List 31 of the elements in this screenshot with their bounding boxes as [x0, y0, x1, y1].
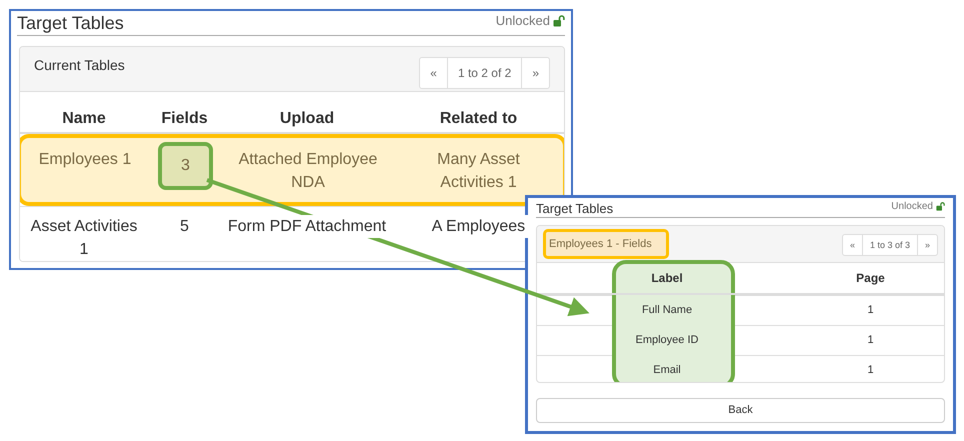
lock-status: Unlocked — [891, 201, 933, 212]
table-cell-text: Full Name — [640, 303, 694, 318]
unlock-icon — [553, 14, 565, 26]
column-header: Name — [61, 110, 107, 128]
table-cell-text: Employees 1 — [38, 150, 132, 170]
table-cell-text: 1 — [866, 333, 875, 348]
table-cell-text: Email — [652, 363, 682, 378]
window-title: Target Tables — [536, 201, 614, 217]
panel-title: Employees 1 - Fields — [543, 228, 669, 259]
table-cell: 3 — [158, 142, 213, 190]
table-cell-text: 1 — [866, 303, 875, 318]
back-button[interactable]: Back — [536, 398, 945, 423]
next-page-button[interactable]: » — [916, 234, 937, 255]
column-header: Related to — [438, 110, 518, 128]
panel-title: Current Tables — [34, 56, 125, 73]
table-cell-text: Attached Employee NDA — [238, 150, 378, 193]
page-range: 1 to 3 of 3 — [862, 234, 917, 255]
window-title: Target Tables — [17, 13, 124, 35]
lock-status: Unlocked — [496, 13, 550, 28]
table-cell-text: Many Asset Activities 1 — [436, 150, 521, 193]
column-header: Label — [650, 270, 684, 285]
column-header: Page — [855, 270, 886, 285]
unlock-icon — [936, 202, 945, 211]
previous-page-button[interactable]: « — [842, 234, 862, 255]
column-header: Fields — [160, 110, 209, 128]
column-header: Upload — [278, 110, 336, 128]
previous-page-button[interactable]: « — [420, 58, 447, 88]
next-page-button[interactable]: » — [521, 58, 549, 88]
table-cell-text: Employee ID — [634, 333, 700, 348]
table-cell-text: 1 — [866, 363, 875, 378]
page-range: 1 to 2 of 2 — [446, 58, 522, 88]
